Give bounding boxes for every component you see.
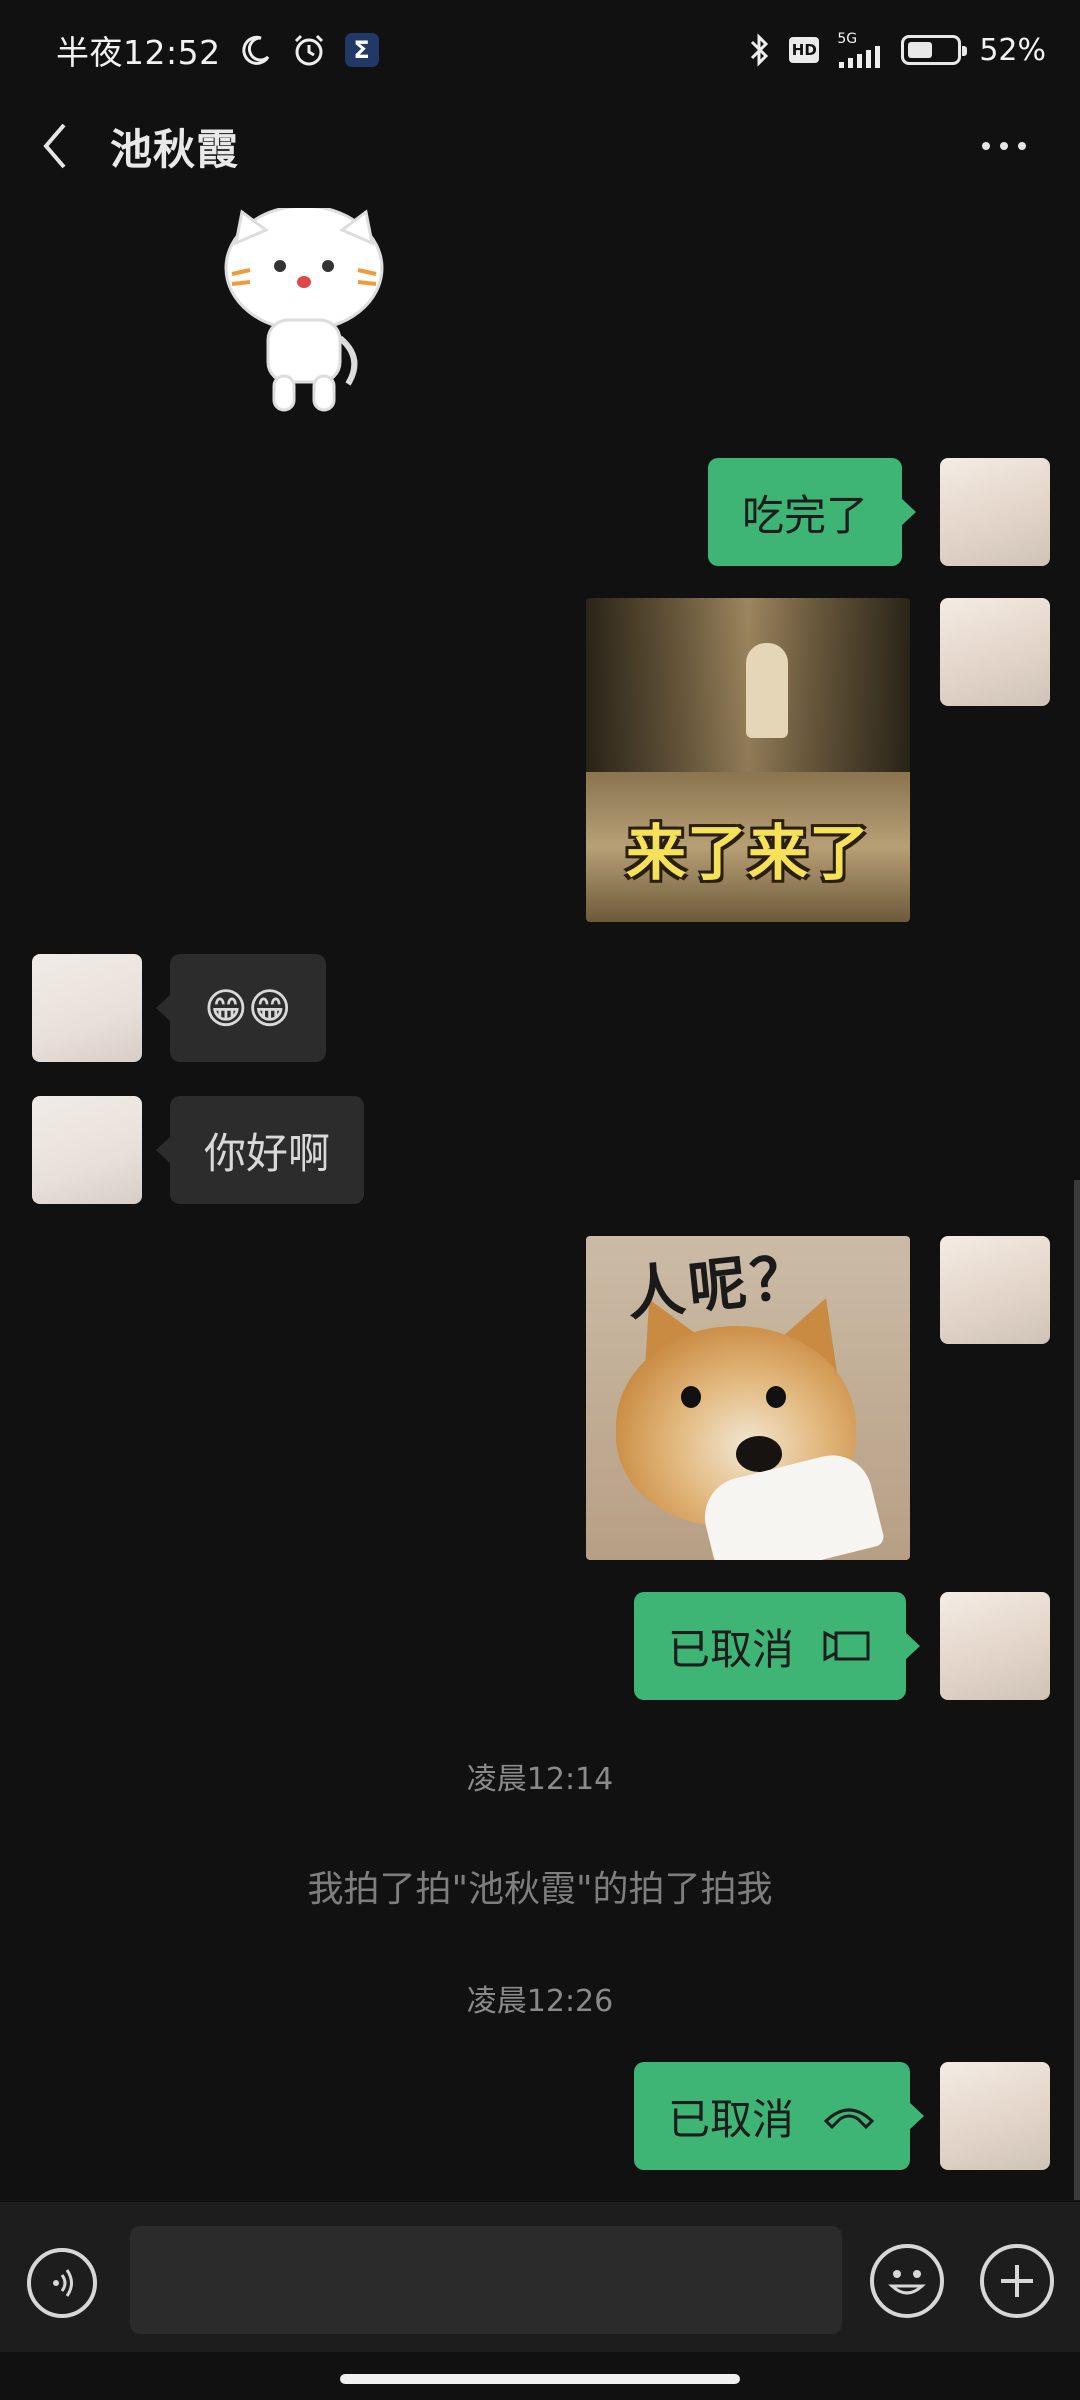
voice-input-icon (53, 2269, 73, 2297)
more-functions-button[interactable] (980, 2244, 1054, 2318)
voice-input-button[interactable] (27, 2248, 97, 2318)
alarm-icon (291, 32, 327, 68)
battery-percent: 52% (979, 32, 1046, 68)
dog-eye (681, 1386, 701, 1408)
message-timestamp: 凌晨12:14 (466, 1762, 614, 1797)
network-type: 5G (837, 31, 858, 47)
back-button[interactable] (30, 116, 80, 176)
message-text: 吃完了 (742, 490, 869, 540)
message-list[interactable]: 吃完了 来了来了 😁😁 你好啊 人呢？ 已取消 凌晨12:14 我拍了拍"池秋霞… (0, 192, 1080, 2202)
dog-eye (766, 1386, 786, 1408)
signal-icon: 5G (837, 32, 883, 68)
dog-nose (736, 1436, 782, 1472)
input-bar (0, 2202, 1080, 2352)
incoming-emoji-bubble[interactable]: 😁😁 (156, 954, 326, 1062)
chat-header: 池秋霞 (0, 100, 1080, 192)
my-avatar[interactable] (940, 458, 1050, 566)
message-timestamp: 凌晨12:26 (466, 1984, 614, 2019)
battery-icon (901, 35, 968, 65)
sticker-caption: 来了来了 (626, 819, 870, 889)
hd-icon: HD (789, 37, 820, 63)
emoji-button[interactable] (870, 2244, 944, 2318)
chevron-left-icon (43, 123, 66, 169)
status-bar-right: HD 5G 52% (749, 32, 1046, 68)
message-emoji: 😁😁 (204, 983, 292, 1033)
message-text: 你好啊 (204, 1128, 331, 1178)
my-avatar[interactable] (940, 1236, 1050, 1344)
more-dots-icon (982, 142, 990, 150)
shiba-dog-sticker[interactable]: 人呢？ (586, 1236, 910, 1560)
battery-fill (908, 42, 933, 58)
cancelled-video-call-bubble[interactable]: 已取消 (634, 1592, 921, 1700)
status-bar-left: 半夜12:52 Σ (56, 26, 379, 74)
contact-name[interactable]: 池秋霞 (110, 116, 239, 177)
sigma-app-icon: Σ (344, 33, 379, 67)
scrollbar[interactable] (1074, 1180, 1080, 2200)
sticker-figure (746, 643, 788, 738)
chat-screen: 半夜12:52 Σ HD 5G 52% 池秋霞 吃完了 来了来了 😁😁 你好啊 … (0, 0, 1080, 2400)
outgoing-text-bubble[interactable]: 吃完了 (708, 458, 917, 566)
contact-avatar[interactable] (32, 1096, 142, 1204)
voice-call-icon (822, 2101, 876, 2131)
video-call-icon (822, 1629, 872, 1663)
message-text: 已取消 (668, 2094, 795, 2144)
contact-avatar[interactable] (32, 954, 142, 1062)
my-avatar[interactable] (940, 1592, 1050, 1700)
bluetooth-icon (749, 32, 771, 68)
hallway-sticker[interactable]: 来了来了 (586, 598, 910, 922)
status-time: 半夜12:52 (56, 33, 221, 72)
plus-icon (1001, 2265, 1033, 2297)
cancelled-voice-call-bubble[interactable]: 已取消 (634, 2062, 925, 2170)
more-button[interactable] (982, 142, 1026, 150)
my-avatar[interactable] (940, 598, 1050, 706)
message-input[interactable] (130, 2226, 842, 2334)
emoji-icon (888, 2270, 926, 2295)
my-avatar[interactable] (940, 2062, 1050, 2170)
pat-system-message: 我拍了拍"池秋霞"的拍了拍我 (307, 1869, 773, 1910)
moon-icon (239, 33, 273, 67)
message-text: 已取消 (668, 1624, 795, 1674)
status-bar: 半夜12:52 Σ HD 5G 52% (0, 0, 1080, 100)
white-cat-sticker[interactable] (214, 204, 394, 418)
home-indicator[interactable] (340, 2374, 740, 2384)
incoming-text-bubble[interactable]: 你好啊 (155, 1096, 365, 1204)
